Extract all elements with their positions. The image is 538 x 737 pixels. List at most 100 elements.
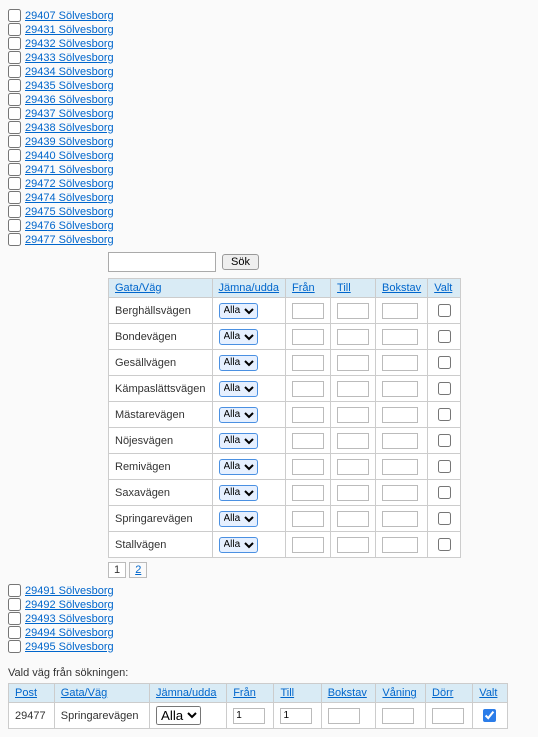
postal-checkbox[interactable] (8, 65, 21, 78)
letter-input[interactable] (382, 303, 418, 319)
postal-link[interactable]: 29477 Sölvesborg (25, 234, 114, 246)
postal-link[interactable]: 29432 Sölvesborg (25, 38, 114, 50)
postal-checkbox[interactable] (8, 51, 21, 64)
postal-link[interactable]: 29472 Sölvesborg (25, 178, 114, 190)
to-input[interactable] (337, 355, 369, 371)
to-input[interactable] (337, 485, 369, 501)
sel-col-from[interactable]: Från (233, 687, 256, 699)
letter-input[interactable] (382, 381, 418, 397)
evenodd-select[interactable]: Alla (219, 355, 258, 371)
postal-link[interactable]: 29495 Sölvesborg (25, 641, 114, 653)
postal-checkbox[interactable] (8, 233, 21, 246)
col-letter[interactable]: Bokstav (382, 282, 421, 294)
postal-checkbox[interactable] (8, 219, 21, 232)
sel-floor-input[interactable] (382, 708, 414, 724)
valt-checkbox[interactable] (438, 460, 451, 473)
postal-link[interactable]: 29475 Sölvesborg (25, 206, 114, 218)
postal-link[interactable]: 29439 Sölvesborg (25, 136, 114, 148)
postal-checkbox[interactable] (8, 37, 21, 50)
from-input[interactable] (292, 303, 324, 319)
postal-link[interactable]: 29474 Sölvesborg (25, 192, 114, 204)
postal-checkbox[interactable] (8, 121, 21, 134)
from-input[interactable] (292, 485, 324, 501)
postal-checkbox[interactable] (8, 191, 21, 204)
from-input[interactable] (292, 381, 324, 397)
postal-checkbox[interactable] (8, 163, 21, 176)
sel-col-door[interactable]: Dörr (432, 687, 453, 699)
postal-link[interactable]: 29494 Sölvesborg (25, 627, 114, 639)
evenodd-select[interactable]: Alla (219, 303, 258, 319)
letter-input[interactable] (382, 459, 418, 475)
postal-link[interactable]: 29433 Sölvesborg (25, 52, 114, 64)
sel-to-input[interactable] (280, 708, 312, 724)
letter-input[interactable] (382, 355, 418, 371)
evenodd-select[interactable]: Alla (219, 407, 258, 423)
postal-link[interactable]: 29491 Sölvesborg (25, 585, 114, 597)
col-evenodd[interactable]: Jämna/udda (219, 282, 280, 294)
postal-checkbox[interactable] (8, 640, 21, 653)
postal-checkbox[interactable] (8, 149, 21, 162)
letter-input[interactable] (382, 329, 418, 345)
sel-letter-input[interactable] (328, 708, 360, 724)
to-input[interactable] (337, 303, 369, 319)
evenodd-select[interactable]: Alla (219, 459, 258, 475)
from-input[interactable] (292, 329, 324, 345)
postal-link[interactable]: 29493 Sölvesborg (25, 613, 114, 625)
to-input[interactable] (337, 381, 369, 397)
evenodd-select[interactable]: Alla (219, 537, 258, 553)
sel-col-selected[interactable]: Valt (479, 687, 497, 699)
valt-checkbox[interactable] (438, 434, 451, 447)
postal-link[interactable]: 29436 Sölvesborg (25, 94, 114, 106)
search-input[interactable] (108, 252, 216, 272)
from-input[interactable] (292, 407, 324, 423)
sel-col-to[interactable]: Till (280, 687, 294, 699)
postal-link[interactable]: 29431 Sölvesborg (25, 24, 114, 36)
valt-checkbox[interactable] (438, 408, 451, 421)
postal-checkbox[interactable] (8, 93, 21, 106)
valt-checkbox[interactable] (438, 356, 451, 369)
postal-checkbox[interactable] (8, 107, 21, 120)
letter-input[interactable] (382, 407, 418, 423)
postal-link[interactable]: 29471 Sölvesborg (25, 164, 114, 176)
postal-link[interactable]: 29434 Sölvesborg (25, 66, 114, 78)
postal-checkbox[interactable] (8, 612, 21, 625)
letter-input[interactable] (382, 485, 418, 501)
evenodd-select[interactable]: Alla (219, 511, 258, 527)
postal-link[interactable]: 29407 Sölvesborg (25, 10, 114, 22)
valt-checkbox[interactable] (438, 486, 451, 499)
col-street[interactable]: Gata/Väg (115, 282, 161, 294)
postal-link[interactable]: 29435 Sölvesborg (25, 80, 114, 92)
valt-checkbox[interactable] (438, 382, 451, 395)
postal-checkbox[interactable] (8, 135, 21, 148)
postal-checkbox[interactable] (8, 584, 21, 597)
postal-checkbox[interactable] (8, 177, 21, 190)
postal-checkbox[interactable] (8, 205, 21, 218)
from-input[interactable] (292, 355, 324, 371)
from-input[interactable] (292, 537, 324, 553)
postal-link[interactable]: 29440 Sölvesborg (25, 150, 114, 162)
evenodd-select[interactable]: Alla (219, 329, 258, 345)
postal-link[interactable]: 29438 Sölvesborg (25, 122, 114, 134)
sel-col-street[interactable]: Gata/Väg (61, 687, 107, 699)
col-selected[interactable]: Valt (434, 282, 452, 294)
postal-checkbox[interactable] (8, 598, 21, 611)
to-input[interactable] (337, 407, 369, 423)
postal-link[interactable]: 29476 Sölvesborg (25, 220, 114, 232)
to-input[interactable] (337, 511, 369, 527)
sel-from-input[interactable] (233, 708, 265, 724)
col-to[interactable]: Till (337, 282, 351, 294)
to-input[interactable] (337, 537, 369, 553)
to-input[interactable] (337, 329, 369, 345)
sel-col-letter[interactable]: Bokstav (328, 687, 367, 699)
sel-col-floor[interactable]: Våning (382, 687, 416, 699)
to-input[interactable] (337, 433, 369, 449)
postal-link[interactable]: 29437 Sölvesborg (25, 108, 114, 120)
search-button[interactable]: Sök (222, 254, 259, 270)
letter-input[interactable] (382, 511, 418, 527)
sel-valt-checkbox[interactable] (483, 709, 496, 722)
valt-checkbox[interactable] (438, 512, 451, 525)
valt-checkbox[interactable] (438, 330, 451, 343)
from-input[interactable] (292, 511, 324, 527)
sel-evenodd-select[interactable]: Alla (156, 706, 201, 725)
evenodd-select[interactable]: Alla (219, 381, 258, 397)
